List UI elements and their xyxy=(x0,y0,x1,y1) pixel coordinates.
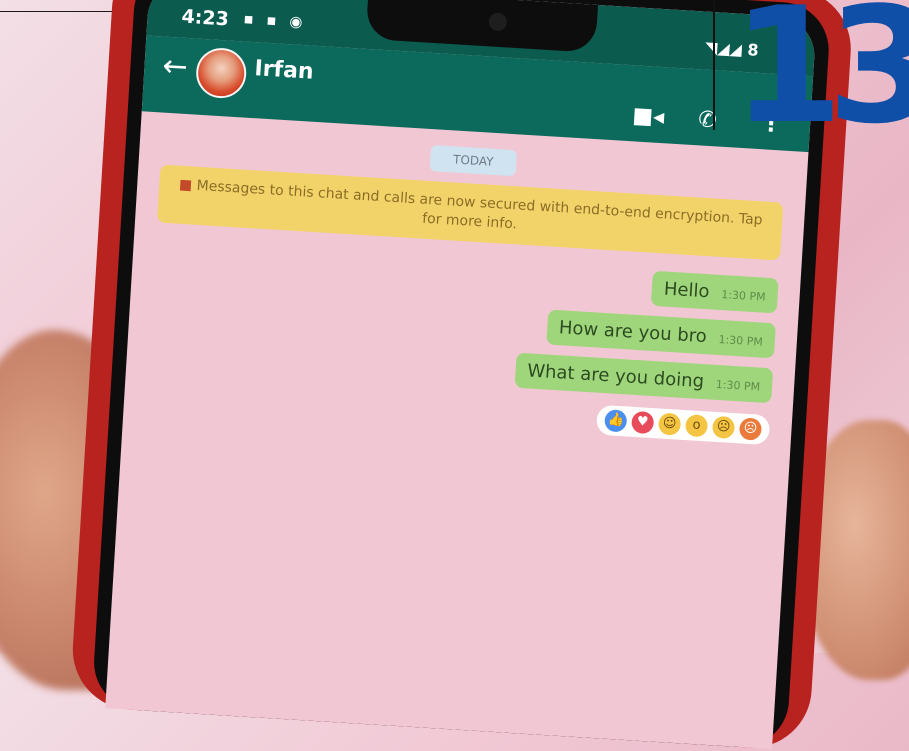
chat-area: TODAY ■ Messages to this chat and calls … xyxy=(123,111,808,458)
sad-reaction-icon[interactable]: ☹ xyxy=(711,415,736,440)
angry-reaction-icon[interactable]: ☹ xyxy=(738,417,763,441)
avatar[interactable] xyxy=(194,46,248,100)
message-bubble[interactable]: How are you bro 1:30 PM xyxy=(545,309,776,359)
status-time: 4:23 xyxy=(180,5,230,31)
reaction-bar: 👍 ♥ ☺ o ☹ ☹ xyxy=(595,404,771,446)
frame-line-vertical xyxy=(713,0,715,130)
message-text: How are you bro xyxy=(558,317,708,348)
message-bubble[interactable]: Hello 1:30 PM xyxy=(650,270,779,314)
phone-bezel: 4:23 ▪ ▪ ◉ ◥◢◢ 8 ← Irfan ■◂ ✆ ⋮ TODAY ■ xyxy=(91,0,832,750)
message-text: What are you doing xyxy=(526,360,705,393)
message-time: 1:30 PM xyxy=(720,288,766,304)
phone-screen: 4:23 ▪ ▪ ◉ ◥◢◢ 8 ← Irfan ■◂ ✆ ⋮ TODAY ■ xyxy=(105,0,817,749)
front-camera xyxy=(488,12,508,32)
message-bubble[interactable]: What are you doing 1:30 PM xyxy=(514,352,774,404)
love-reaction-icon[interactable]: ♥ xyxy=(631,410,655,435)
encryption-notice-text: Messages to this chat and calls are now … xyxy=(196,177,764,233)
contact-name[interactable]: Irfan xyxy=(254,56,315,85)
lock-icon: ■ xyxy=(178,176,193,194)
wow-reaction-icon[interactable]: o xyxy=(684,414,709,438)
message-list: Hello 1:30 PM How are you bro 1:30 PM Wh… xyxy=(146,240,779,446)
page-number-badge: 13 xyxy=(732,0,909,159)
back-arrow-icon[interactable]: ← xyxy=(161,49,188,85)
notification-icons: ▪ ▪ ◉ xyxy=(243,9,307,32)
like-reaction-icon[interactable]: 👍 xyxy=(604,409,628,433)
haha-reaction-icon[interactable]: ☺ xyxy=(657,412,682,436)
camera-notch xyxy=(365,0,599,53)
video-call-icon[interactable]: ■◂ xyxy=(632,103,665,130)
date-chip: TODAY xyxy=(429,145,518,177)
message-time: 1:30 PM xyxy=(715,377,761,394)
message-text: Hello xyxy=(663,278,711,303)
message-time: 1:30 PM xyxy=(718,332,764,349)
